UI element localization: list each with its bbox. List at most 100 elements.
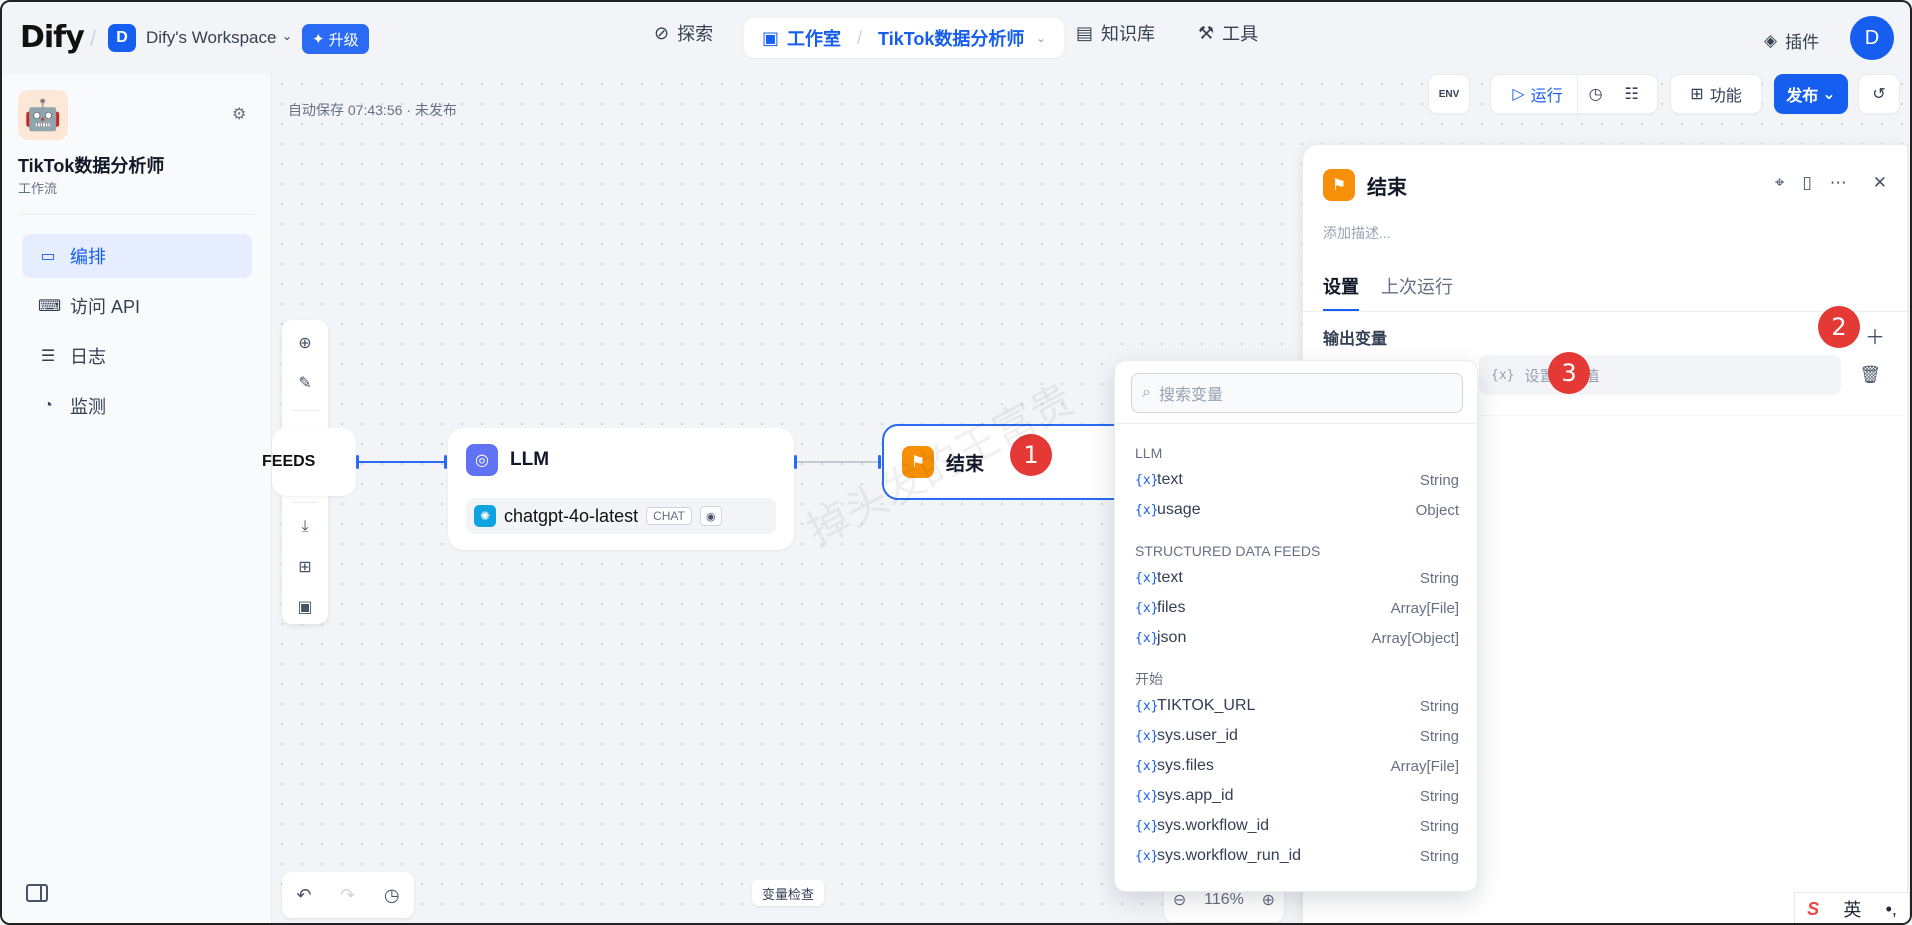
add-node-icon[interactable]: ⊕ (290, 328, 320, 358)
nav-tools[interactable]: ⚒ 工具 (1198, 20, 1258, 46)
ime-punct-icon[interactable]: •, (1886, 899, 1897, 920)
plugin-button[interactable]: ◈ 插件 (1764, 28, 1819, 53)
trash-icon[interactable]: 🗑 (1859, 365, 1881, 385)
user-avatar[interactable]: D (1850, 16, 1894, 60)
sidebar-item-orchestrate[interactable]: ▭ 编排 (22, 234, 252, 278)
autosave-status: 自动保存 07:43:56 · 未发布 (288, 102, 457, 118)
redo-icon[interactable]: ↷ (340, 885, 355, 906)
node-structured-data-feeds[interactable]: FEEDS (262, 428, 356, 496)
sidebar-item-api[interactable]: ⌨ 访问 API (22, 284, 252, 328)
variable-icon: {x} (1135, 472, 1159, 488)
dify-logo[interactable]: Dify (20, 20, 85, 55)
locate-icon[interactable]: ⌖ (1775, 173, 1785, 193)
description-input[interactable]: 添加描述... (1323, 223, 1391, 243)
nav-app-name[interactable]: TikTok数据分析师 (878, 25, 1024, 51)
variable-name: text (1157, 471, 1183, 488)
app-type: 工作流 (18, 181, 58, 196)
edge-handle[interactable] (878, 455, 881, 469)
variable-type: String (1419, 817, 1459, 835)
variable-option[interactable]: {x} TIKTOK_URL String (1135, 691, 1459, 721)
close-icon[interactable]: ✕ (1873, 173, 1887, 193)
panel-title[interactable]: 结束 (1367, 171, 1407, 200)
divider (1303, 311, 1907, 312)
add-note-icon[interactable]: ✎ (290, 368, 320, 398)
variable-type: Object (1415, 501, 1459, 519)
publish-button[interactable]: 发布 ⌄ (1774, 74, 1848, 114)
add-variable-icon[interactable]: ＋ (1865, 321, 1885, 350)
undo-icon[interactable]: ↶ (296, 885, 311, 906)
grid-icon: ⊞ (1690, 86, 1704, 103)
settings-sliders-icon[interactable]: ⚙ (232, 104, 246, 124)
ime-language[interactable]: 英 (1843, 896, 1861, 922)
variable-option[interactable]: {x} usage Object (1135, 495, 1459, 525)
book-open-icon[interactable]: ▯ (1802, 173, 1811, 193)
variable-inspect-button[interactable]: 变量检查 (752, 880, 825, 906)
variable-type: Array[File] (1390, 757, 1459, 775)
variable-option[interactable]: {x} sys.files Array[File] (1135, 751, 1459, 781)
edge (794, 461, 880, 463)
zoom-level[interactable]: 116% (1204, 891, 1244, 909)
history-icon[interactable]: ◷ (384, 885, 400, 906)
sidebar: 🤖 ⚙ TikTok数据分析师 工作流 ▭ 编排 ⌨ 访问 API ☰ 日志 ◔ 监测 (2, 74, 272, 923)
chevron-down-icon[interactable]: ⌄ (1036, 32, 1045, 45)
variable-option[interactable]: {x} text String (1135, 465, 1459, 495)
variable-name: files (1157, 599, 1186, 616)
variable-option[interactable]: {x} sys.workflow_id String (1135, 811, 1459, 841)
edge-handle[interactable] (356, 455, 359, 469)
run-button[interactable]: ▷ 运行 (1498, 75, 1578, 113)
organize-blocks-icon[interactable]: ⊞ (290, 552, 320, 582)
book-icon: ▤ (1076, 22, 1094, 43)
output-variables-label: 输出变量 (1323, 331, 1388, 348)
search-icon: ⌕ (1142, 384, 1151, 401)
sidebar-item-logs[interactable]: ☰ 日志 (22, 334, 252, 378)
edge-handle[interactable] (794, 455, 797, 469)
variable-type: String (1419, 727, 1459, 745)
minimap-icon[interactable]: ▣ (290, 592, 320, 622)
nav-explore[interactable]: ⊘ 探索 (654, 20, 713, 46)
sidebar-item-label: 日志 (70, 347, 106, 367)
feature-button[interactable]: ⊞ 功能 (1670, 74, 1762, 114)
workspace-avatar[interactable]: D (108, 24, 136, 52)
variable-option[interactable]: {x} sys.workflow_run_id String (1135, 841, 1459, 871)
variable-list: LLM {x} text String {x} usage Object STRUCTURED… (1135, 437, 1459, 871)
variable-name: usage (1157, 501, 1201, 518)
variable-name: sys.workflow_run_id (1157, 847, 1302, 864)
more-icon[interactable]: ⋯ (1830, 173, 1847, 193)
upgrade-button[interactable]: ✦ 升级 (302, 24, 369, 54)
top-bar: Dify / D Dify's Workspace ⌄ ✦ 升级 ⊘ 探索 ▣ 工作… (2, 2, 1910, 74)
tab-settings[interactable]: 设置 (1323, 273, 1359, 311)
variable-option[interactable]: {x} sys.app_id String (1135, 781, 1459, 811)
checklist-icon[interactable]: ☷ (1614, 84, 1650, 104)
sidebar-collapse-icon[interactable] (26, 884, 48, 902)
export-image-icon[interactable]: ⤓ (290, 512, 320, 542)
variable-type: Array[File] (1390, 599, 1459, 617)
chevron-down-icon[interactable]: ⌄ (282, 29, 292, 43)
variable-name: sys.files (1157, 757, 1214, 774)
variable-option[interactable]: {x} sys.user_id String (1135, 721, 1459, 751)
ime-widget[interactable]: S 英 •, (1794, 892, 1910, 923)
tab-last-run[interactable]: 上次运行 (1381, 273, 1453, 311)
node-llm[interactable]: ◎ LLM ✺ chatgpt-4o-latest CHAT ◉ (448, 428, 794, 550)
variable-option[interactable]: {x} text String (1135, 563, 1459, 593)
sidebar-item-monitor[interactable]: ◔ 监测 (22, 384, 252, 428)
variable-search-input[interactable]: ⌕ 搜索变量 (1131, 373, 1463, 413)
terminal-icon: ⌨ (38, 298, 62, 315)
edge-handle[interactable] (444, 455, 447, 469)
variable-option[interactable]: {x} json Array[Object] (1135, 623, 1459, 653)
variable-group-header: STRUCTURED DATA FEEDS (1135, 543, 1321, 559)
run-history-icon[interactable]: ◷ (1578, 84, 1614, 104)
nav-studio[interactable]: ▣ 工作室 / TikTok数据分析师 ⌄ (744, 18, 1064, 58)
version-history-icon[interactable]: ↺ (1858, 74, 1900, 114)
panel-tabs: 设置 上次运行 (1323, 273, 1453, 311)
zoom-out-icon[interactable]: ⊖ (1173, 890, 1186, 910)
model-selector[interactable]: ✺ chatgpt-4o-latest CHAT ◉ (466, 498, 776, 534)
nav-knowledge[interactable]: ▤ 知识库 (1076, 20, 1155, 46)
workspace-name[interactable]: Dify's Workspace (146, 28, 276, 48)
sidebar-item-label: 访问 API (70, 297, 141, 317)
variable-option[interactable]: {x} files Array[File] (1135, 593, 1459, 623)
app-title: TikTok数据分析师 (18, 156, 165, 176)
variable-value-selector[interactable]: {x}设置变量值 (1479, 355, 1841, 395)
divider (1115, 423, 1477, 424)
zoom-in-icon[interactable]: ⊕ (1262, 890, 1275, 910)
env-button[interactable]: ENV (1428, 74, 1470, 114)
